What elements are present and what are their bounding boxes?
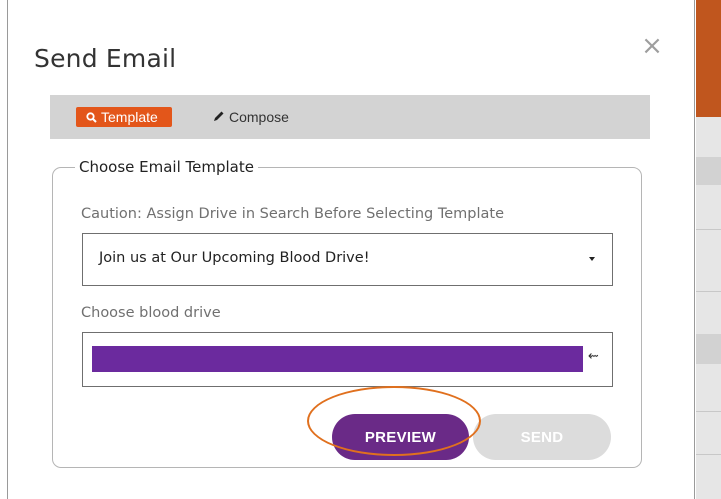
drive-label: Choose blood drive [81, 305, 221, 321]
pencil-icon [213, 108, 225, 128]
caution-text: Caution: Assign Drive in Search Before S… [81, 206, 504, 222]
background-row [696, 157, 721, 185]
background-divider [696, 411, 721, 412]
tab-template[interactable]: Template [76, 107, 172, 127]
send-email-modal: Send Email × Template Compose Choose Ema… [7, 0, 695, 499]
background-page [696, 0, 721, 499]
tab-compose[interactable]: Compose [213, 107, 289, 127]
background-divider [696, 454, 721, 455]
blood-drive-selection [92, 346, 583, 372]
background-divider [696, 291, 721, 292]
template-select[interactable]: Join us at Our Upcoming Blood Drive! [82, 233, 613, 286]
modal-title: Send Email [34, 44, 177, 73]
background-header-band [696, 0, 721, 117]
clear-selection-icon[interactable]: ⇜ [588, 348, 599, 364]
preview-button[interactable]: PREVIEW [332, 414, 469, 460]
background-divider [696, 229, 721, 230]
panel-legend: Choose Email Template [79, 158, 254, 176]
close-icon: × [641, 31, 663, 61]
choose-template-panel: Choose Email Template Caution: Assign Dr… [52, 158, 642, 468]
send-button[interactable]: SEND [473, 414, 611, 460]
tab-compose-label: Compose [229, 109, 289, 125]
dropdown-arrow-icon [589, 257, 595, 261]
background-row [696, 334, 721, 364]
template-select-value: Join us at Our Upcoming Blood Drive! [99, 250, 370, 266]
blood-drive-input[interactable]: ⇜ [82, 332, 613, 387]
tab-bar: Template Compose [50, 95, 650, 139]
search-icon [86, 108, 97, 128]
close-button[interactable]: × [640, 31, 664, 61]
tab-template-label: Template [101, 109, 158, 125]
